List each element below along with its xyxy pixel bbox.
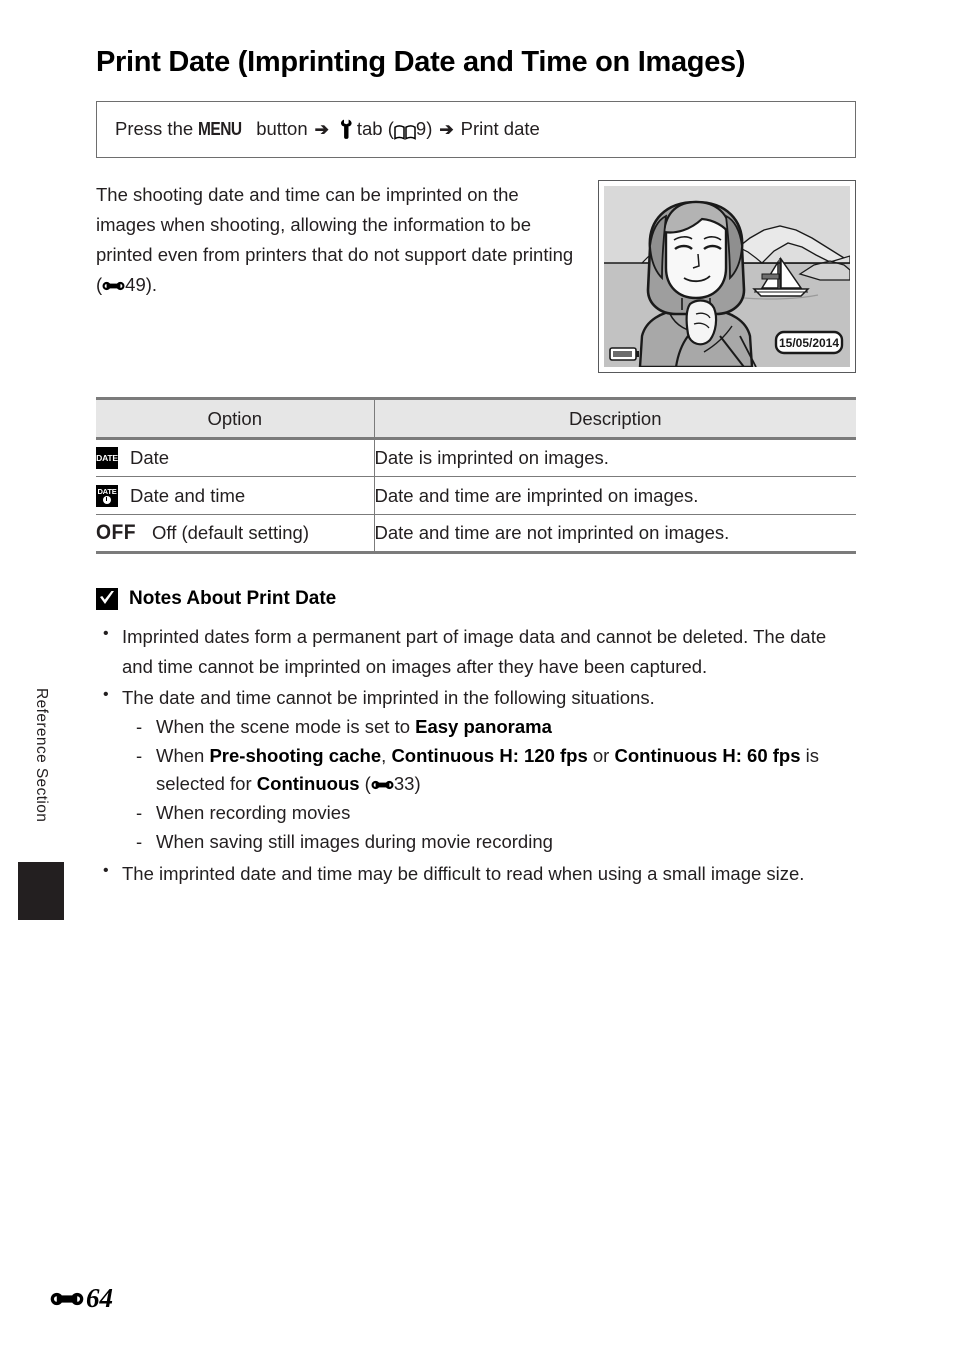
setup-tab-wrench-icon bbox=[339, 119, 354, 140]
preview-illustration: 15/05/2014 bbox=[604, 186, 850, 368]
breadcrumb: Press the MENU button ➔ tab ( 9 ) ➔ Prin… bbox=[96, 101, 856, 159]
camera-monitor-preview: 15/05/2014 bbox=[598, 180, 856, 374]
sub1-bold-term: Easy panorama bbox=[415, 716, 552, 738]
option-label: Off (default setting) bbox=[152, 522, 309, 544]
page-number: 64 bbox=[86, 1283, 113, 1313]
page-content: Print Date (Imprinting Date and Time on … bbox=[96, 0, 856, 891]
table-row: OFF Off (default setting) Date and time … bbox=[96, 514, 856, 555]
date-stamp-overlay: 15/05/2014 bbox=[774, 331, 844, 355]
sub2-sep-2: or bbox=[587, 744, 615, 766]
date-and-time-icon-text: DATE bbox=[97, 486, 117, 496]
description-cell: Date is imprinted on images. bbox=[374, 438, 856, 478]
e-reference-icon bbox=[371, 771, 394, 790]
date-imprint-icon: DATE bbox=[96, 447, 118, 470]
notes-section: Notes About Print Date Imprinted dates f… bbox=[96, 588, 856, 888]
woman-figure bbox=[638, 201, 757, 368]
note-bullet-2: The date and time cannot be imprinted in… bbox=[96, 682, 856, 857]
menu-button-label: MENU bbox=[198, 118, 242, 139]
notes-heading: Notes About Print Date bbox=[129, 588, 337, 610]
sub2-sep-1: , bbox=[381, 744, 392, 766]
breadcrumb-press-label: Press the bbox=[115, 118, 194, 140]
side-tab-label: Reference Section bbox=[33, 687, 50, 823]
breadcrumb-tab-label: tab bbox=[356, 118, 383, 140]
note-sub-4: When saving still images during movie re… bbox=[122, 828, 856, 857]
option-label: Date and time bbox=[130, 484, 246, 506]
option-label: Date bbox=[130, 447, 170, 469]
description-cell: Date and time are not imprinted on image… bbox=[374, 514, 856, 555]
column-header-option: Option bbox=[96, 397, 375, 441]
note-bullet-1: Imprinted dates form a permanent part of… bbox=[96, 621, 856, 680]
reference-section-side-tab: Reference Section bbox=[18, 650, 64, 920]
sub2-term-3: Continuous H: 60 fps bbox=[614, 744, 801, 766]
notes-bullet-list: Imprinted dates form a permanent part of… bbox=[96, 621, 856, 888]
note-sub-2: When Pre-shooting cache, Continuous H: 1… bbox=[122, 742, 856, 799]
sub2-term-2: Continuous H: 120 fps bbox=[391, 744, 588, 766]
description-cell: Date and time are imprinted on images. bbox=[374, 476, 856, 516]
option-cell-date-and-time: DATE Date and time bbox=[96, 476, 375, 516]
battery-level-icon bbox=[609, 347, 639, 362]
e-reference-icon bbox=[50, 1290, 84, 1308]
table-row: DATE Date and time Date and time are imp… bbox=[96, 476, 856, 516]
option-cell-date: DATE Date bbox=[96, 438, 375, 478]
breadcrumb-ref-number: 9 bbox=[415, 118, 427, 140]
column-header-description: Description bbox=[374, 397, 856, 441]
note-bullet-2-text: The date and time cannot be imprinted in… bbox=[122, 686, 655, 708]
notes-sub-list: When the scene mode is set to Easy panor… bbox=[122, 713, 856, 856]
breadcrumb-button-label: button bbox=[256, 118, 308, 140]
intro-ref-number: 49 bbox=[125, 274, 146, 296]
e-reference-icon bbox=[102, 271, 125, 291]
sub2-term-4: Continuous bbox=[256, 773, 360, 795]
side-tab-marker-block bbox=[18, 862, 64, 920]
off-icon: OFF bbox=[96, 521, 137, 545]
clock-glyph bbox=[103, 496, 111, 505]
note-sub-3: When recording movies bbox=[122, 799, 856, 828]
options-table: Option Description DATE Date Date is imp… bbox=[96, 397, 856, 555]
table-row: DATE Date Date is imprinted on images. bbox=[96, 438, 856, 478]
table-header-row: Option Description bbox=[96, 397, 856, 441]
sub2-ref-number: 33 bbox=[393, 773, 415, 795]
arrow-right-icon-2: ➔ bbox=[439, 119, 454, 139]
sub2-paren-close: ) bbox=[414, 773, 421, 795]
notes-heading-row: Notes About Print Date bbox=[96, 588, 856, 611]
sub2-prefix: When bbox=[156, 744, 210, 766]
page-title: Print Date (Imprinting Date and Time on … bbox=[96, 46, 746, 78]
sub1-prefix: When the scene mode is set to bbox=[156, 716, 416, 738]
caution-check-icon bbox=[96, 588, 118, 611]
breadcrumb-destination: Print date bbox=[460, 118, 540, 140]
intro-paragraph: The shooting date and time can be imprin… bbox=[96, 180, 574, 300]
sub2-paren-open: ( bbox=[359, 773, 371, 795]
date-stamp-text: 15/05/2014 bbox=[779, 336, 839, 350]
page-footer: 64 bbox=[50, 1283, 113, 1314]
note-bullet-3: The imprinted date and time may be diffi… bbox=[96, 858, 856, 888]
open-book-icon bbox=[394, 122, 416, 140]
intro-text-part2: ). bbox=[145, 274, 158, 296]
arrow-right-icon: ➔ bbox=[314, 119, 329, 139]
date-and-time-imprint-icon: DATE bbox=[96, 484, 118, 507]
intro-row: The shooting date and time can be imprin… bbox=[96, 180, 856, 374]
sub2-term-1: Pre-shooting cache bbox=[209, 744, 382, 766]
intro-text-part1: The shooting date and time can be imprin… bbox=[96, 184, 574, 296]
option-cell-off: OFF Off (default setting) bbox=[96, 514, 375, 555]
note-sub-1: When the scene mode is set to Easy panor… bbox=[122, 713, 856, 742]
